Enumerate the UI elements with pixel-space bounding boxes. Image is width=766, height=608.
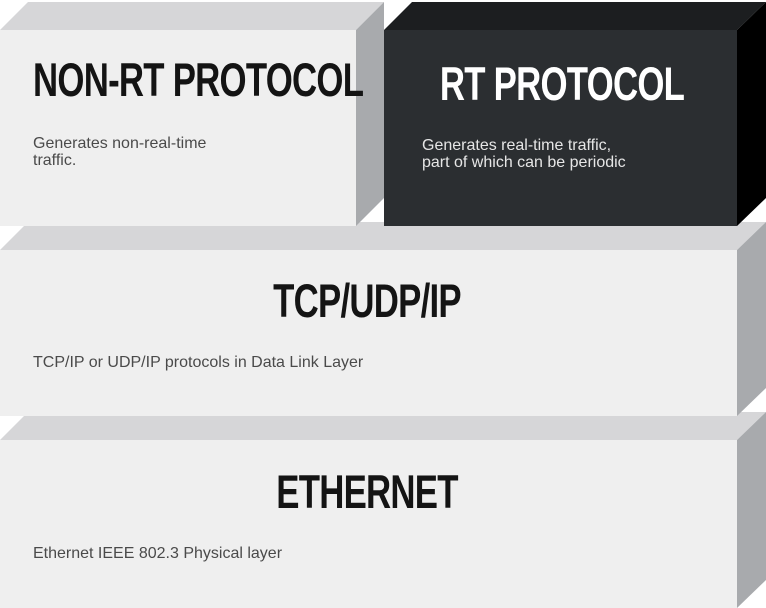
- rt-block-top: [384, 2, 766, 30]
- ethernet-block-top: [0, 412, 766, 440]
- ethernet-block-side: [737, 412, 766, 608]
- non-rt-block-side: [356, 2, 384, 226]
- rt-protocol-description: Generates real-time traffic, part of whi…: [422, 137, 626, 171]
- rt-protocol-title: RT PROTOCOL: [439, 57, 685, 110]
- tcp-udp-ip-description: TCP/IP or UDP/IP protocols in Data Link …: [33, 354, 364, 371]
- ethernet-description: Ethernet IEEE 802.3 Physical layer: [33, 545, 283, 562]
- non-rt-block-top: [0, 2, 384, 30]
- tcp-block-top: [0, 222, 766, 250]
- ethernet-title: ETHERNET: [276, 465, 458, 518]
- non-rt-block: [0, 2, 384, 226]
- rt-block: [384, 2, 766, 226]
- protocol-stack-diagram: NON-RT PROTOCOL Generates non-real-time …: [0, 0, 766, 608]
- rt-block-side: [737, 2, 766, 226]
- tcp-block-side: [737, 222, 766, 416]
- non-rt-protocol-title: NON-RT PROTOCOL: [33, 53, 364, 106]
- tcp-udp-ip-title: TCP/UDP/IP: [273, 274, 462, 327]
- non-rt-protocol-description: Generates non-real-time traffic.: [33, 135, 207, 169]
